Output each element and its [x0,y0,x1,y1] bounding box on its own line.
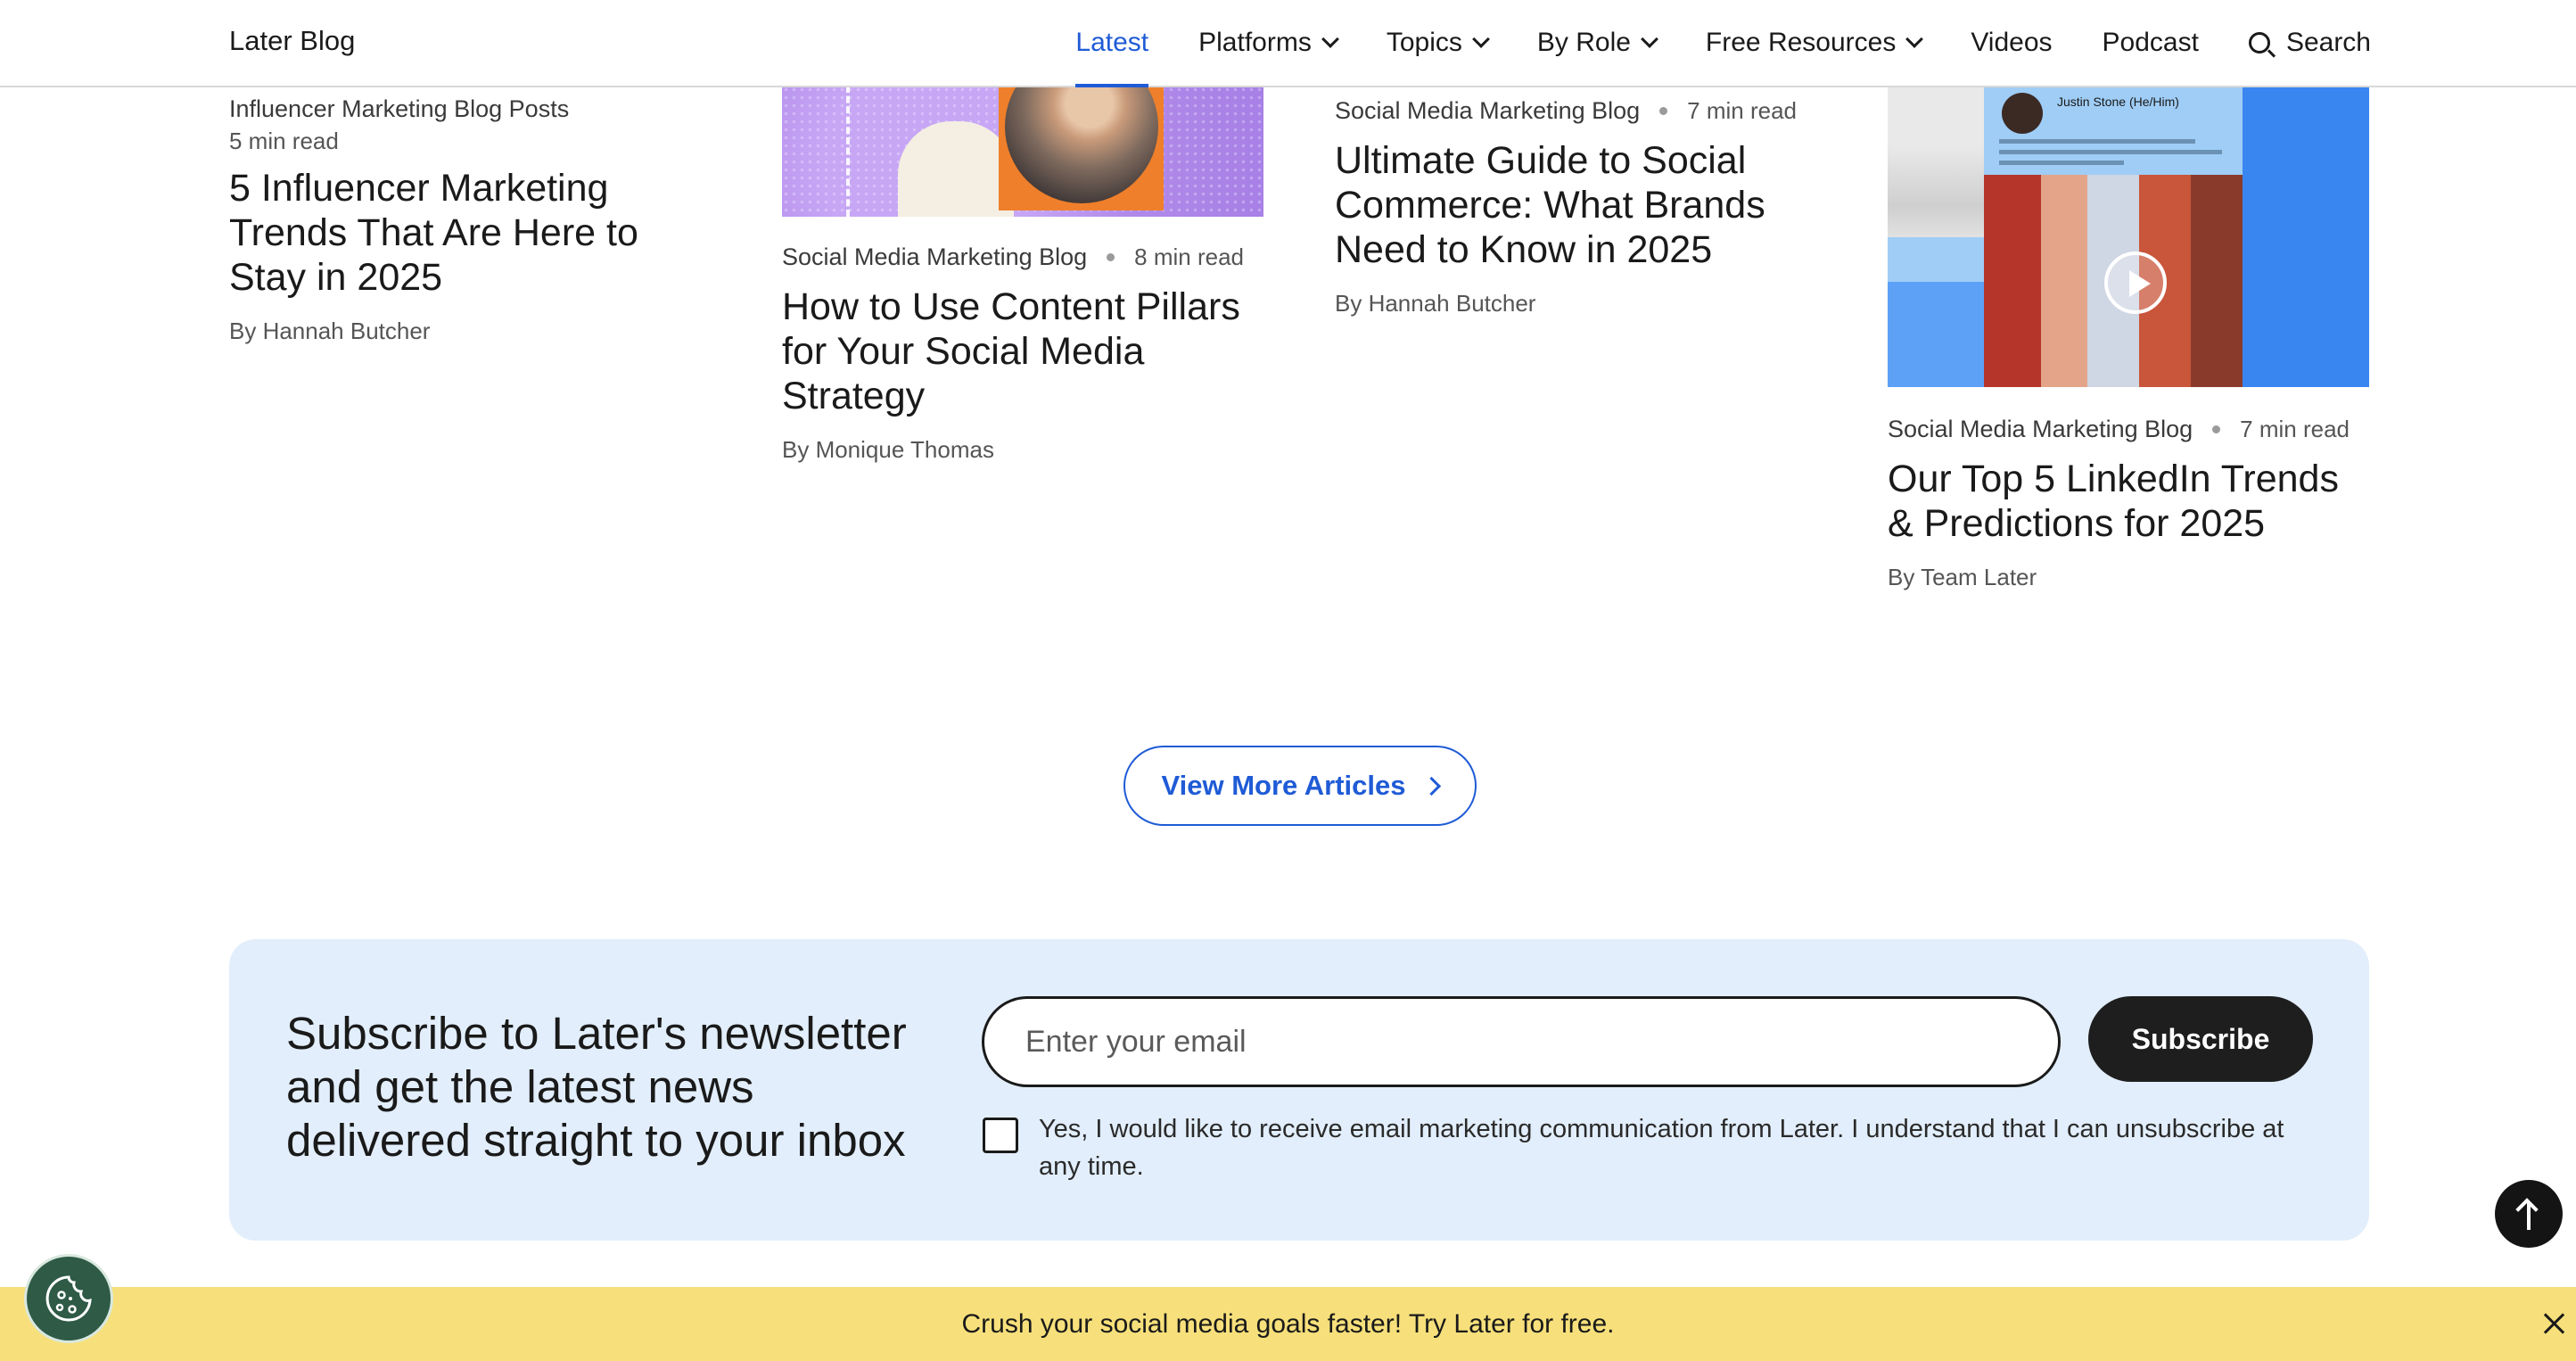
site-header: Later Blog Latest Platforms Topics By Ro… [0,0,2576,87]
arrow-up-icon [2527,1203,2531,1230]
article-read-time: 7 min read [2240,416,2350,442]
nav-topics-label: Topics [1386,28,1462,57]
nav-podcast-label: Podcast [2102,28,2199,57]
back-to-top-button[interactable] [2495,1180,2563,1248]
consent-checkbox[interactable] [983,1118,1018,1153]
nav-videos[interactable]: Videos [1971,0,2052,86]
article-read-time: 5 min read [229,128,339,154]
separator-dot [2212,425,2221,433]
post-author-name: Justin Stone (He/Him) [2057,95,2179,109]
separator-dot [1659,107,1668,115]
article-thumbnail[interactable] [782,86,1263,217]
nav-latest[interactable]: Latest [1075,0,1149,87]
search-icon [2248,32,2270,54]
nav-by-role-label: By Role [1536,28,1631,57]
article-thumbnail[interactable]: Justin Stone (He/Him) [1888,86,2369,387]
article-read-time: 7 min read [1687,97,1798,124]
cookie-settings-button[interactable] [24,1254,113,1343]
article-title[interactable]: Our Top 5 LinkedIn Trends & Predictions … [1888,457,2369,546]
nav-by-role[interactable]: By Role [1536,0,1658,86]
view-more-articles-button[interactable]: View More Articles [1123,746,1477,826]
article-category[interactable]: Social Media Marketing Blog [1335,97,1640,125]
email-input[interactable] [982,996,2061,1087]
play-icon[interactable] [2104,252,2167,314]
nav-free-resources-label: Free Resources [1705,28,1897,57]
blog-logo[interactable]: Later Blog [229,25,355,57]
cookie-icon [45,1275,92,1322]
article-read-time: 8 min read [1134,243,1245,270]
article-title[interactable]: How to Use Content Pillars for Your Soci… [782,285,1263,418]
promo-link[interactable]: Crush your social media goals faster! Tr… [962,1309,1615,1340]
article-author: By Team Later [1888,564,2037,590]
subscribe-button[interactable]: Subscribe [2088,996,2313,1082]
promo-banner: Crush your social media goals faster! Tr… [0,1287,2576,1361]
nav-platforms-label: Platforms [1198,28,1312,57]
article-card[interactable]: Social Media Marketing Blog 8 min read H… [782,243,1263,464]
nav-topics[interactable]: Topics [1386,0,1490,86]
chevron-down-icon [1471,30,1490,48]
newsletter-heading: Subscribe to Later's newsletter and get … [286,1008,907,1166]
chevron-down-icon [1905,30,1924,48]
article-meta: Social Media Marketing Blog 7 min read [1888,416,2369,443]
close-icon[interactable] [2540,1310,2569,1339]
avatar [2002,93,2043,134]
search-button[interactable]: Search [2248,0,2371,86]
article-author: By Monique Thomas [782,436,994,463]
consent-label: Yes, I would like to receive email marke… [1039,1115,2284,1181]
article-category[interactable]: Social Media Marketing Blog [782,243,1087,271]
chevron-down-icon [1321,30,1339,48]
search-label: Search [2285,28,2371,57]
nav-latest-label: Latest [1075,28,1149,57]
article-author: By Hannah Butcher [229,318,431,344]
chevron-right-icon [1422,776,1442,796]
view-more-label: View More Articles [1161,770,1406,801]
article-author: By Hannah Butcher [1335,290,1536,317]
article-category[interactable]: Influencer Marketing Blog Posts [229,95,711,123]
nav-platforms[interactable]: Platforms [1198,0,1339,86]
nav-free-resources[interactable]: Free Resources [1705,0,1924,86]
separator-dot [1107,253,1115,261]
article-title[interactable]: 5 Influencer Marketing Trends That Are H… [229,166,711,300]
article-card[interactable]: Social Media Marketing Blog 7 min read U… [1335,97,1816,318]
nav-podcast[interactable]: Podcast [2103,0,2199,86]
nav-videos-label: Videos [1971,28,2053,57]
newsletter-panel: Subscribe to Later's newsletter and get … [229,939,2369,1241]
article-title[interactable]: Ultimate Guide to Social Commerce: What … [1335,138,1816,272]
article-meta: Social Media Marketing Blog 8 min read [782,243,1263,271]
article-card[interactable]: Social Media Marketing Blog 7 min read O… [1888,416,2369,591]
main-nav: Latest Platforms Topics By Role Free Res… [1075,0,2371,87]
article-category[interactable]: Social Media Marketing Blog [1888,416,2193,443]
chevron-down-icon [1641,30,1658,48]
article-card[interactable]: Influencer Marketing Blog Posts 5 min re… [229,86,711,345]
article-meta: Social Media Marketing Blog 7 min read [1335,97,1816,125]
